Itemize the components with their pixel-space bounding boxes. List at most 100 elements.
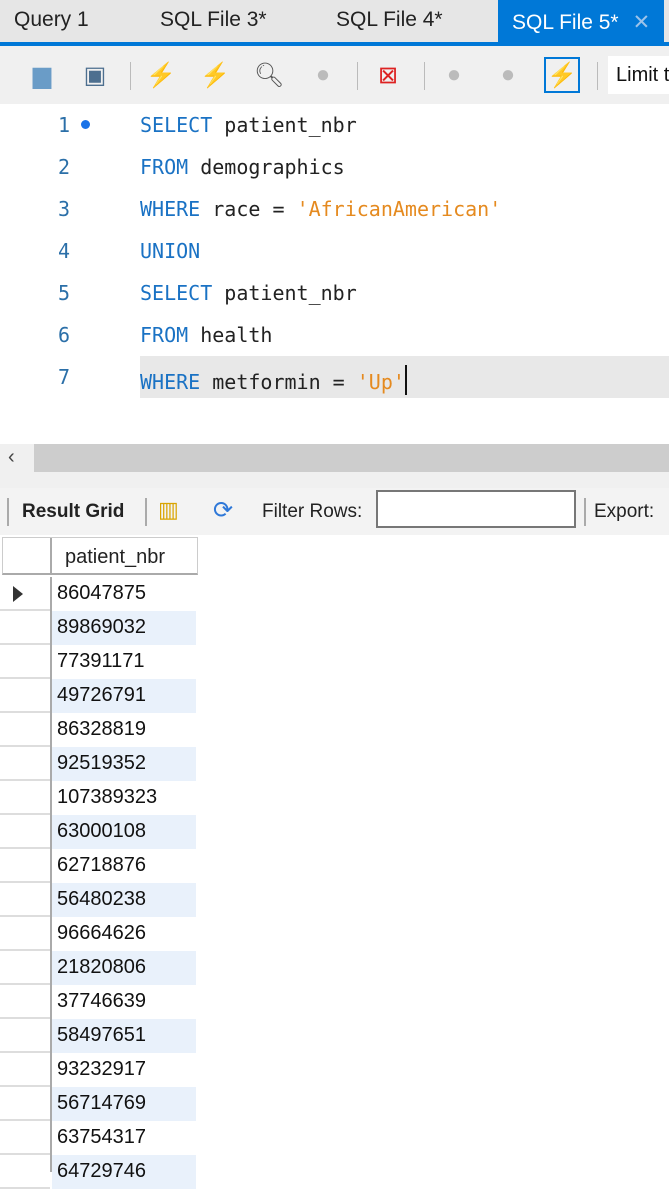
scroll-left-icon[interactable]: ‹ <box>8 446 15 469</box>
editor-line[interactable]: 1 SELECT patient_nbr <box>0 104 669 146</box>
close-tab-icon[interactable]: ✕ <box>633 11 651 34</box>
row-header[interactable] <box>0 917 50 951</box>
table-row[interactable]: 58497651 <box>0 1019 196 1053</box>
code[interactable]: SELECT patient_nbr <box>140 104 669 146</box>
code[interactable]: UNION <box>140 230 669 272</box>
execute-icon[interactable]: ⚡ <box>145 59 177 91</box>
row-header[interactable] <box>0 747 50 781</box>
line-number: 4 <box>57 239 70 263</box>
cell-patient-nbr[interactable]: 21820806 <box>52 951 196 985</box>
refresh-icon[interactable]: ⟳ <box>213 496 233 525</box>
grid-layout-icon[interactable]: ▥ <box>158 497 179 523</box>
tab-sql-file-5[interactable]: SQL File 5* ✕ <box>498 0 665 42</box>
row-header[interactable] <box>0 577 50 611</box>
row-header[interactable] <box>0 951 50 985</box>
open-folder-icon[interactable]: ▆ <box>26 59 58 91</box>
cell-patient-nbr[interactable]: 92519352 <box>52 747 196 781</box>
filter-rows-input[interactable] <box>376 490 576 528</box>
editor-horizontal-scrollbar[interactable]: ‹ <box>0 444 669 472</box>
table-row[interactable]: 49726791 <box>0 679 196 713</box>
cell-patient-nbr[interactable]: 86328819 <box>52 713 196 747</box>
table-row[interactable]: 63000108 <box>0 815 196 849</box>
table-row[interactable]: 93232917 <box>0 1053 196 1087</box>
toggle-error-icon[interactable]: ⊠ <box>372 59 404 91</box>
save-icon[interactable]: ▣ <box>79 59 111 91</box>
cell-patient-nbr[interactable]: 58497651 <box>52 1019 196 1053</box>
row-header[interactable] <box>0 883 50 917</box>
cell-patient-nbr[interactable]: 63754317 <box>52 1121 196 1155</box>
editor-line[interactable]: 5 SELECT patient_nbr <box>0 272 669 314</box>
table-row[interactable]: 56714769 <box>0 1087 196 1121</box>
row-header[interactable] <box>0 611 50 645</box>
tab-sql-file-4[interactable]: SQL File 4* <box>336 8 443 32</box>
table-row[interactable]: 37746639 <box>0 985 196 1019</box>
editor-line[interactable]: 3 WHERE race = 'AfricanAmerican' <box>0 188 669 230</box>
tab-bar: Query 1 SQL File 3* SQL File 4* SQL File… <box>0 0 669 46</box>
row-header[interactable] <box>0 985 50 1019</box>
tab-sql-file-3[interactable]: SQL File 3* <box>160 8 267 32</box>
table-row[interactable]: 107389323 <box>0 781 196 815</box>
filter-rows-label: Filter Rows: <box>262 501 363 522</box>
tab-query-1[interactable]: Query 1 <box>14 8 89 32</box>
rollback-icon[interactable]: ● <box>492 59 524 91</box>
code[interactable]: SELECT patient_nbr <box>140 272 669 314</box>
code[interactable]: WHERE race = 'AfricanAmerican' <box>140 188 669 230</box>
table-row[interactable]: 63754317 <box>0 1121 196 1155</box>
cell-patient-nbr[interactable]: 107389323 <box>52 781 196 815</box>
table-row[interactable]: 92519352 <box>0 747 196 781</box>
table-row[interactable]: 86047875 <box>0 577 196 611</box>
cell-patient-nbr[interactable]: 49726791 <box>52 679 196 713</box>
stop-icon[interactable]: ● <box>307 59 339 91</box>
limit-rows-select[interactable]: Limit t <box>608 56 669 94</box>
cell-patient-nbr[interactable]: 96664626 <box>52 917 196 951</box>
editor-line[interactable]: 6 FROM health <box>0 314 669 356</box>
commit-icon[interactable]: ● <box>438 59 470 91</box>
export-label[interactable]: Export: <box>594 501 654 523</box>
cell-patient-nbr[interactable]: 86047875 <box>52 577 196 611</box>
explain-icon[interactable]: 🔍︎ <box>253 59 285 91</box>
code[interactable]: FROM health <box>140 314 669 356</box>
row-header[interactable] <box>0 713 50 747</box>
table-row[interactable]: 62718876 <box>0 849 196 883</box>
editor-line[interactable]: 2 FROM demographics <box>0 146 669 188</box>
row-header[interactable] <box>0 1019 50 1053</box>
table-row[interactable]: 89869032 <box>0 611 196 645</box>
scrollbar-thumb[interactable] <box>34 444 669 472</box>
row-header[interactable] <box>0 781 50 815</box>
row-header[interactable] <box>0 849 50 883</box>
cell-patient-nbr[interactable]: 89869032 <box>52 611 196 645</box>
row-header[interactable] <box>0 1155 50 1189</box>
cell-patient-nbr[interactable]: 62718876 <box>52 849 196 883</box>
autocommit-icon[interactable]: ⚡ <box>544 57 580 93</box>
cell-patient-nbr[interactable]: 64729746 <box>52 1155 196 1189</box>
column-header-patient-nbr[interactable]: patient_nbr <box>65 546 165 569</box>
line-number: 2 <box>57 155 70 179</box>
row-header[interactable] <box>0 1053 50 1087</box>
table-row[interactable]: 56480238 <box>0 883 196 917</box>
cell-patient-nbr[interactable]: 37746639 <box>52 985 196 1019</box>
result-grid: patient_nbr 86047875 89869032 77391171 4972… <box>0 535 669 1189</box>
cell-patient-nbr[interactable]: 63000108 <box>52 815 196 849</box>
table-row[interactable]: 86328819 <box>0 713 196 747</box>
row-header[interactable] <box>0 679 50 713</box>
table-row[interactable]: 96664626 <box>0 917 196 951</box>
table-row[interactable]: 77391171 <box>0 645 196 679</box>
row-header[interactable] <box>0 1087 50 1121</box>
cell-patient-nbr[interactable]: 56714769 <box>52 1087 196 1121</box>
result-grid-button[interactable]: Result Grid <box>22 501 124 523</box>
table-row[interactable]: 21820806 <box>0 951 196 985</box>
editor-line[interactable]: 4 UNION <box>0 230 669 272</box>
cell-patient-nbr[interactable]: 77391171 <box>52 645 196 679</box>
cell-patient-nbr[interactable]: 56480238 <box>52 883 196 917</box>
cell-patient-nbr[interactable]: 93232917 <box>52 1053 196 1087</box>
code-token: patient_nbr <box>224 281 357 305</box>
row-header[interactable] <box>0 815 50 849</box>
sql-editor[interactable]: 1 SELECT patient_nbr 2 FROM demographics 3 WH… <box>0 104 669 440</box>
row-header[interactable] <box>0 645 50 679</box>
table-row[interactable]: 64729746 <box>0 1155 196 1189</box>
row-header[interactable] <box>0 1121 50 1155</box>
code[interactable]: WHERE metformin = 'Up' <box>140 356 669 398</box>
execute-current-icon[interactable]: ⚡ <box>199 59 231 91</box>
editor-line[interactable]: 7 WHERE metformin = 'Up' <box>0 356 669 398</box>
code[interactable]: FROM demographics <box>140 146 669 188</box>
